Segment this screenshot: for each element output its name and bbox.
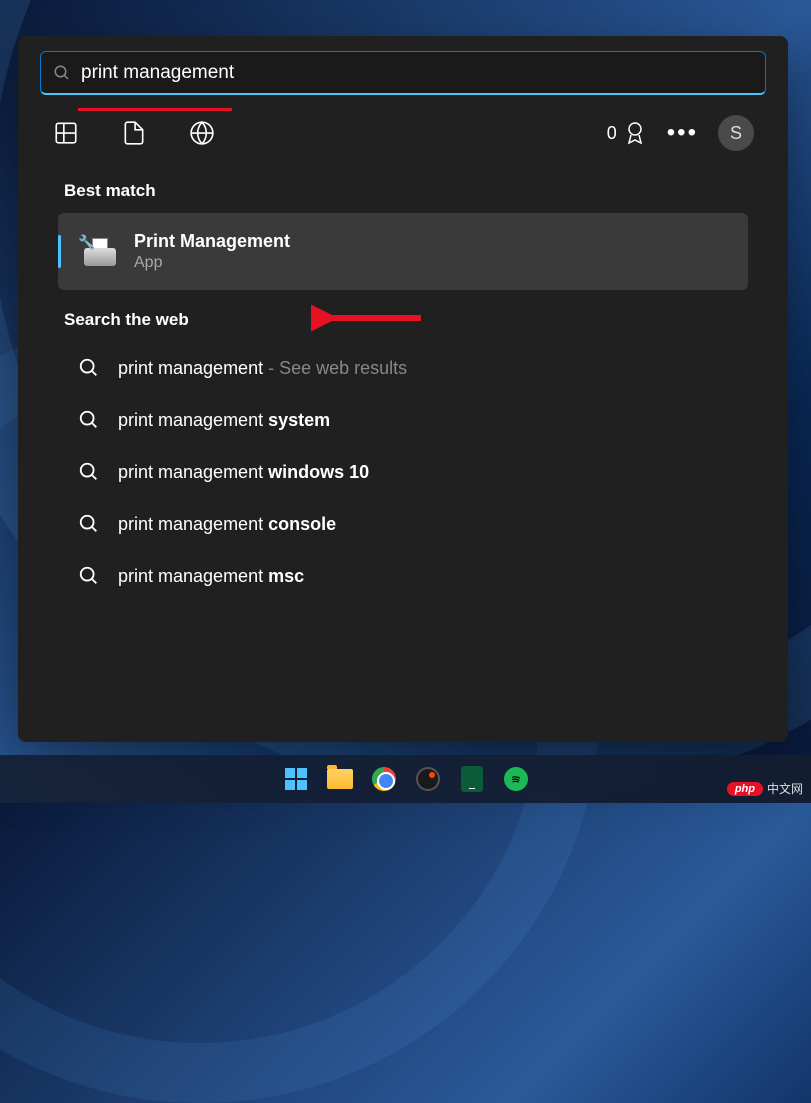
start-button[interactable] [281, 764, 311, 794]
web-result-text: print management console [118, 514, 336, 535]
annotation-underline [78, 108, 232, 111]
spotify-icon[interactable] [501, 764, 531, 794]
search-icon [78, 565, 100, 587]
user-avatar[interactable]: S [718, 115, 754, 151]
best-match-heading: Best match [18, 161, 788, 213]
web-result-item[interactable]: print management windows 10 [58, 446, 748, 498]
search-icon [53, 64, 71, 82]
web-result-item[interactable]: print management - See web results [58, 342, 748, 394]
taskbar [0, 755, 811, 803]
phone-link-icon[interactable] [457, 764, 487, 794]
filter-web-icon[interactable] [188, 119, 216, 147]
rewards-badge[interactable]: 0 [607, 121, 647, 145]
chrome-icon[interactable] [369, 764, 399, 794]
search-icon [78, 461, 100, 483]
search-icon [78, 357, 100, 379]
filter-documents-icon[interactable] [120, 119, 148, 147]
best-match-title: Print Management [134, 231, 290, 252]
search-input[interactable] [81, 62, 753, 84]
rewards-count: 0 [607, 123, 617, 144]
web-result-item[interactable]: print management system [58, 394, 748, 446]
search-icon [78, 409, 100, 431]
search-icon [78, 513, 100, 535]
web-results-list: print management - See web results print … [18, 342, 788, 602]
watermark: php 中文网 [727, 780, 803, 797]
best-match-result[interactable]: 🔧 Print Management App [58, 213, 748, 290]
web-result-text: print management msc [118, 566, 304, 587]
filter-row: 0 ••• S [18, 95, 788, 161]
filter-apps-icon[interactable] [52, 119, 80, 147]
print-management-icon: 🔧 [82, 234, 118, 270]
file-explorer-icon[interactable] [325, 764, 355, 794]
start-search-panel: 0 ••• S Best match 🔧 Print Management Ap… [18, 36, 788, 742]
best-match-subtitle: App [134, 254, 290, 272]
web-section-heading: Search the web [18, 290, 788, 342]
obs-icon[interactable] [413, 764, 443, 794]
web-result-item[interactable]: print management console [58, 498, 748, 550]
search-box[interactable] [40, 51, 766, 95]
web-result-text: print management windows 10 [118, 462, 369, 483]
medal-icon [623, 121, 647, 145]
web-result-item[interactable]: print management msc [58, 550, 748, 602]
more-button[interactable]: ••• [667, 119, 698, 147]
web-result-text: print management - See web results [118, 358, 407, 379]
web-result-text: print management system [118, 410, 330, 431]
